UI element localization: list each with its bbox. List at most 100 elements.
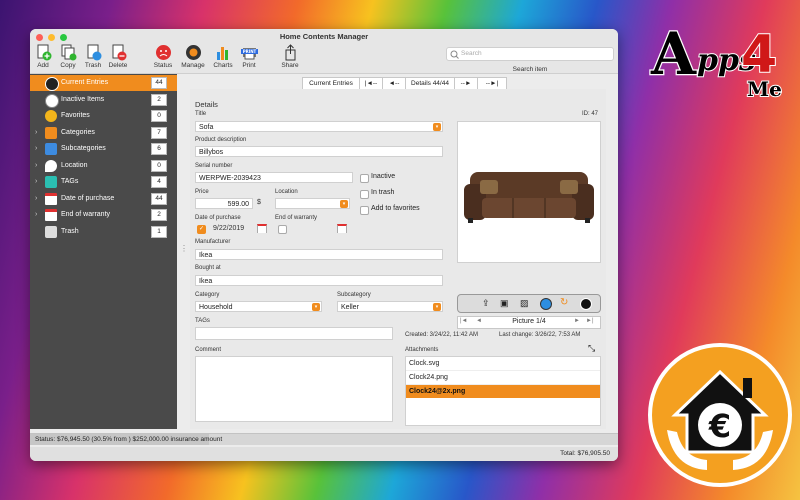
picture-navigator: |◄ ◄ Picture 1/4 ► ►|	[457, 316, 601, 329]
next-picture-button[interactable]: ►	[574, 318, 580, 324]
sidebar-item-current-entries[interactable]: Current Entries 44	[30, 75, 177, 91]
chevron-right-icon[interactable]: ›	[35, 195, 37, 202]
chevron-right-icon[interactable]: ›	[35, 129, 37, 136]
sidebar-item-label: Favorites	[61, 112, 90, 119]
subcategory-select[interactable]: Keller ▾	[337, 301, 443, 312]
sidebar-item-favorites[interactable]: Favorites 0	[30, 108, 177, 124]
svg-text:A: A	[650, 20, 697, 88]
printer-icon: PRINT	[240, 44, 258, 61]
euro-house-logo: €	[645, 340, 795, 490]
chevron-down-icon: ▾	[312, 303, 320, 311]
share-button[interactable]: Share	[277, 44, 303, 69]
rotate-icon[interactable]: ↻	[560, 297, 568, 308]
sidebar-item-label: Location	[61, 162, 88, 169]
expand-icon[interactable]: ⤡	[588, 343, 595, 354]
print-badge-text: PRINT	[242, 49, 256, 54]
print-button[interactable]: PRINT Print	[236, 44, 262, 69]
sidebar-item-label: Current Entries	[61, 79, 109, 86]
copy-button[interactable]: Copy	[55, 44, 81, 69]
inactive-checkbox[interactable]	[360, 174, 369, 183]
sidebar-item-location[interactable]: › Location 0	[30, 158, 177, 174]
picture-icon[interactable]: ▨	[520, 298, 529, 309]
date-of-purchase-checkbox[interactable]: ✓	[197, 225, 206, 234]
list-item[interactable]: Clock.svg	[406, 357, 600, 371]
share-label: Share	[281, 62, 299, 69]
sidebar-item-count: 0	[151, 160, 167, 172]
chevron-right-icon[interactable]: ›	[35, 178, 37, 185]
calendar-icon	[45, 209, 57, 221]
share-icon	[282, 44, 299, 61]
serial-field[interactable]: WERPWE-2039423	[195, 172, 353, 183]
split-view-divider[interactable]: ⋮	[180, 245, 188, 259]
in-trash-label: In trash	[371, 189, 395, 196]
svg-text:4: 4	[741, 25, 777, 85]
end-of-warranty-checkbox[interactable]	[278, 225, 287, 234]
list-item-selected[interactable]: Clock24@2x.png	[406, 385, 600, 398]
chevron-right-icon[interactable]: ›	[35, 145, 37, 152]
sidebar-item-end-of-warranty[interactable]: › End of warranty 2	[30, 207, 177, 223]
description-field[interactable]: Billybos	[195, 146, 443, 157]
chevron-down-icon: ▾	[433, 123, 441, 131]
manage-button[interactable]: Manage	[180, 44, 206, 69]
color-dot-icon[interactable]	[580, 298, 592, 310]
chevron-right-icon[interactable]: ›	[35, 211, 37, 218]
share-image-icon[interactable]: ⇪	[482, 298, 490, 309]
manufacturer-field[interactable]: Ikea	[195, 249, 443, 260]
tag-icon	[45, 176, 57, 188]
last-picture-button[interactable]: ►|	[586, 318, 594, 324]
sidebar-item-tags[interactable]: › TAGs 4	[30, 174, 177, 190]
comment-label: Comment	[195, 347, 222, 353]
subcategory-value: Keller	[341, 304, 359, 311]
print-label: Print	[242, 62, 256, 69]
sidebar-item-count: 0	[151, 110, 167, 122]
trash-button[interactable]: Trash	[80, 44, 106, 69]
chevron-right-icon[interactable]: ›	[35, 162, 37, 169]
category-select[interactable]: Household ▾	[195, 301, 322, 312]
title-field[interactable]: Sofa ▾	[195, 121, 443, 132]
delete-button[interactable]: Delete	[105, 44, 131, 69]
image-toolbar: ⇪ ▣ ▨ ↻	[457, 294, 601, 313]
list-item[interactable]: Clock24.png	[406, 371, 600, 385]
home-icon	[45, 77, 59, 91]
price-field[interactable]: 599.00	[195, 198, 253, 209]
delete-label: Delete	[108, 62, 128, 69]
in-trash-checkbox[interactable]	[360, 190, 369, 199]
location-select[interactable]: ▾	[275, 198, 350, 209]
sidebar-item-categories[interactable]: › Categories 7	[30, 125, 177, 141]
date-of-purchase-value[interactable]: 9/22/2019	[213, 225, 244, 232]
status-icon	[155, 44, 172, 61]
attachments-label: Attachments	[405, 347, 439, 353]
globe-icon[interactable]	[540, 298, 552, 310]
svg-text:Me: Me	[747, 77, 782, 101]
calendar-icon[interactable]	[257, 224, 267, 233]
currency-symbol: $	[257, 199, 261, 206]
add-button[interactable]: Add	[30, 44, 56, 69]
trash-icon	[45, 226, 57, 238]
status-button[interactable]: Status	[150, 44, 176, 69]
sidebar-item-inactive-items[interactable]: Inactive Items 2	[30, 92, 177, 108]
product-image[interactable]	[457, 121, 601, 263]
sidebar-item-label: Date of purchase	[61, 195, 115, 202]
comment-field[interactable]	[195, 356, 393, 422]
sidebar-item-date-of-purchase[interactable]: › Date of purchase 44	[30, 191, 177, 207]
favorites-label: Add to favorites	[371, 205, 420, 212]
bought-at-field[interactable]: Ikea	[195, 275, 443, 286]
sidebar-item-trash[interactable]: Trash 1	[30, 224, 177, 240]
attachments-list: Clock.svg Clock24.png Clock24@2x.png	[405, 356, 601, 426]
gallery-icon[interactable]: ▣	[500, 298, 509, 309]
title-value: Sofa	[199, 124, 214, 131]
calendar-icon[interactable]	[337, 224, 347, 233]
favorites-checkbox[interactable]	[360, 206, 369, 215]
sidebar-item-count: 1	[151, 226, 167, 238]
subcategories-icon	[45, 143, 57, 155]
sidebar-item-label: Categories	[61, 129, 95, 136]
sidebar-item-count: 44	[151, 77, 167, 89]
date-of-purchase-label: Date of purchase	[195, 215, 241, 221]
footer: Total: $76,905.50	[30, 447, 618, 461]
insurance-status-text: Status: $76,945.50 (30.5% from ) $252,00…	[35, 436, 223, 443]
tags-field[interactable]	[195, 327, 393, 340]
toolbar: Home Contents Manager Add Copy Trash Del…	[30, 29, 618, 74]
charts-button[interactable]: Charts	[210, 44, 236, 69]
search-input[interactable]: Search	[446, 47, 614, 61]
sidebar-item-subcategories[interactable]: › Subcategories 6	[30, 141, 177, 157]
